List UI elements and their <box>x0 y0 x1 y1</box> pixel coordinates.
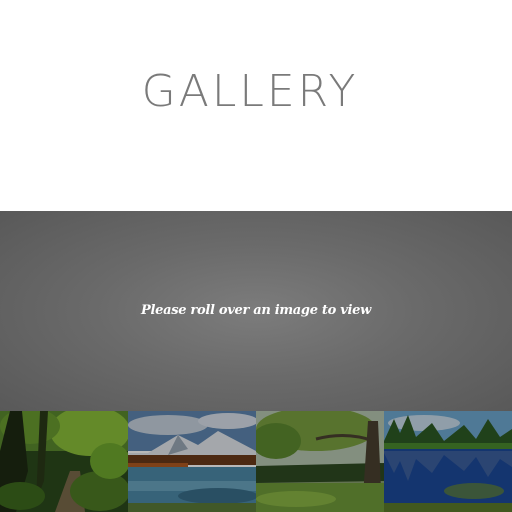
header: GALLERY <box>0 0 512 211</box>
viewer-prompt: Please roll over an image to view <box>141 303 371 318</box>
thumbnail-tree-meadow[interactable] <box>256 411 384 512</box>
thumbnail-overlay <box>384 411 512 512</box>
thumbnail-overlay <box>256 411 384 512</box>
page-title: GALLERY <box>141 66 359 117</box>
gallery-page: GALLERY Please roll over an image to vie… <box>0 0 512 512</box>
thumbnail-forest-path[interactable] <box>0 411 128 512</box>
thumbnail-strip <box>0 411 512 512</box>
thumbnail-overlay <box>128 411 256 512</box>
thumbnail-overlay <box>0 411 128 512</box>
image-viewer: Please roll over an image to view <box>0 211 512 411</box>
thumbnail-mountain-lake[interactable] <box>128 411 256 512</box>
thumbnail-reflection-lake[interactable] <box>384 411 512 512</box>
